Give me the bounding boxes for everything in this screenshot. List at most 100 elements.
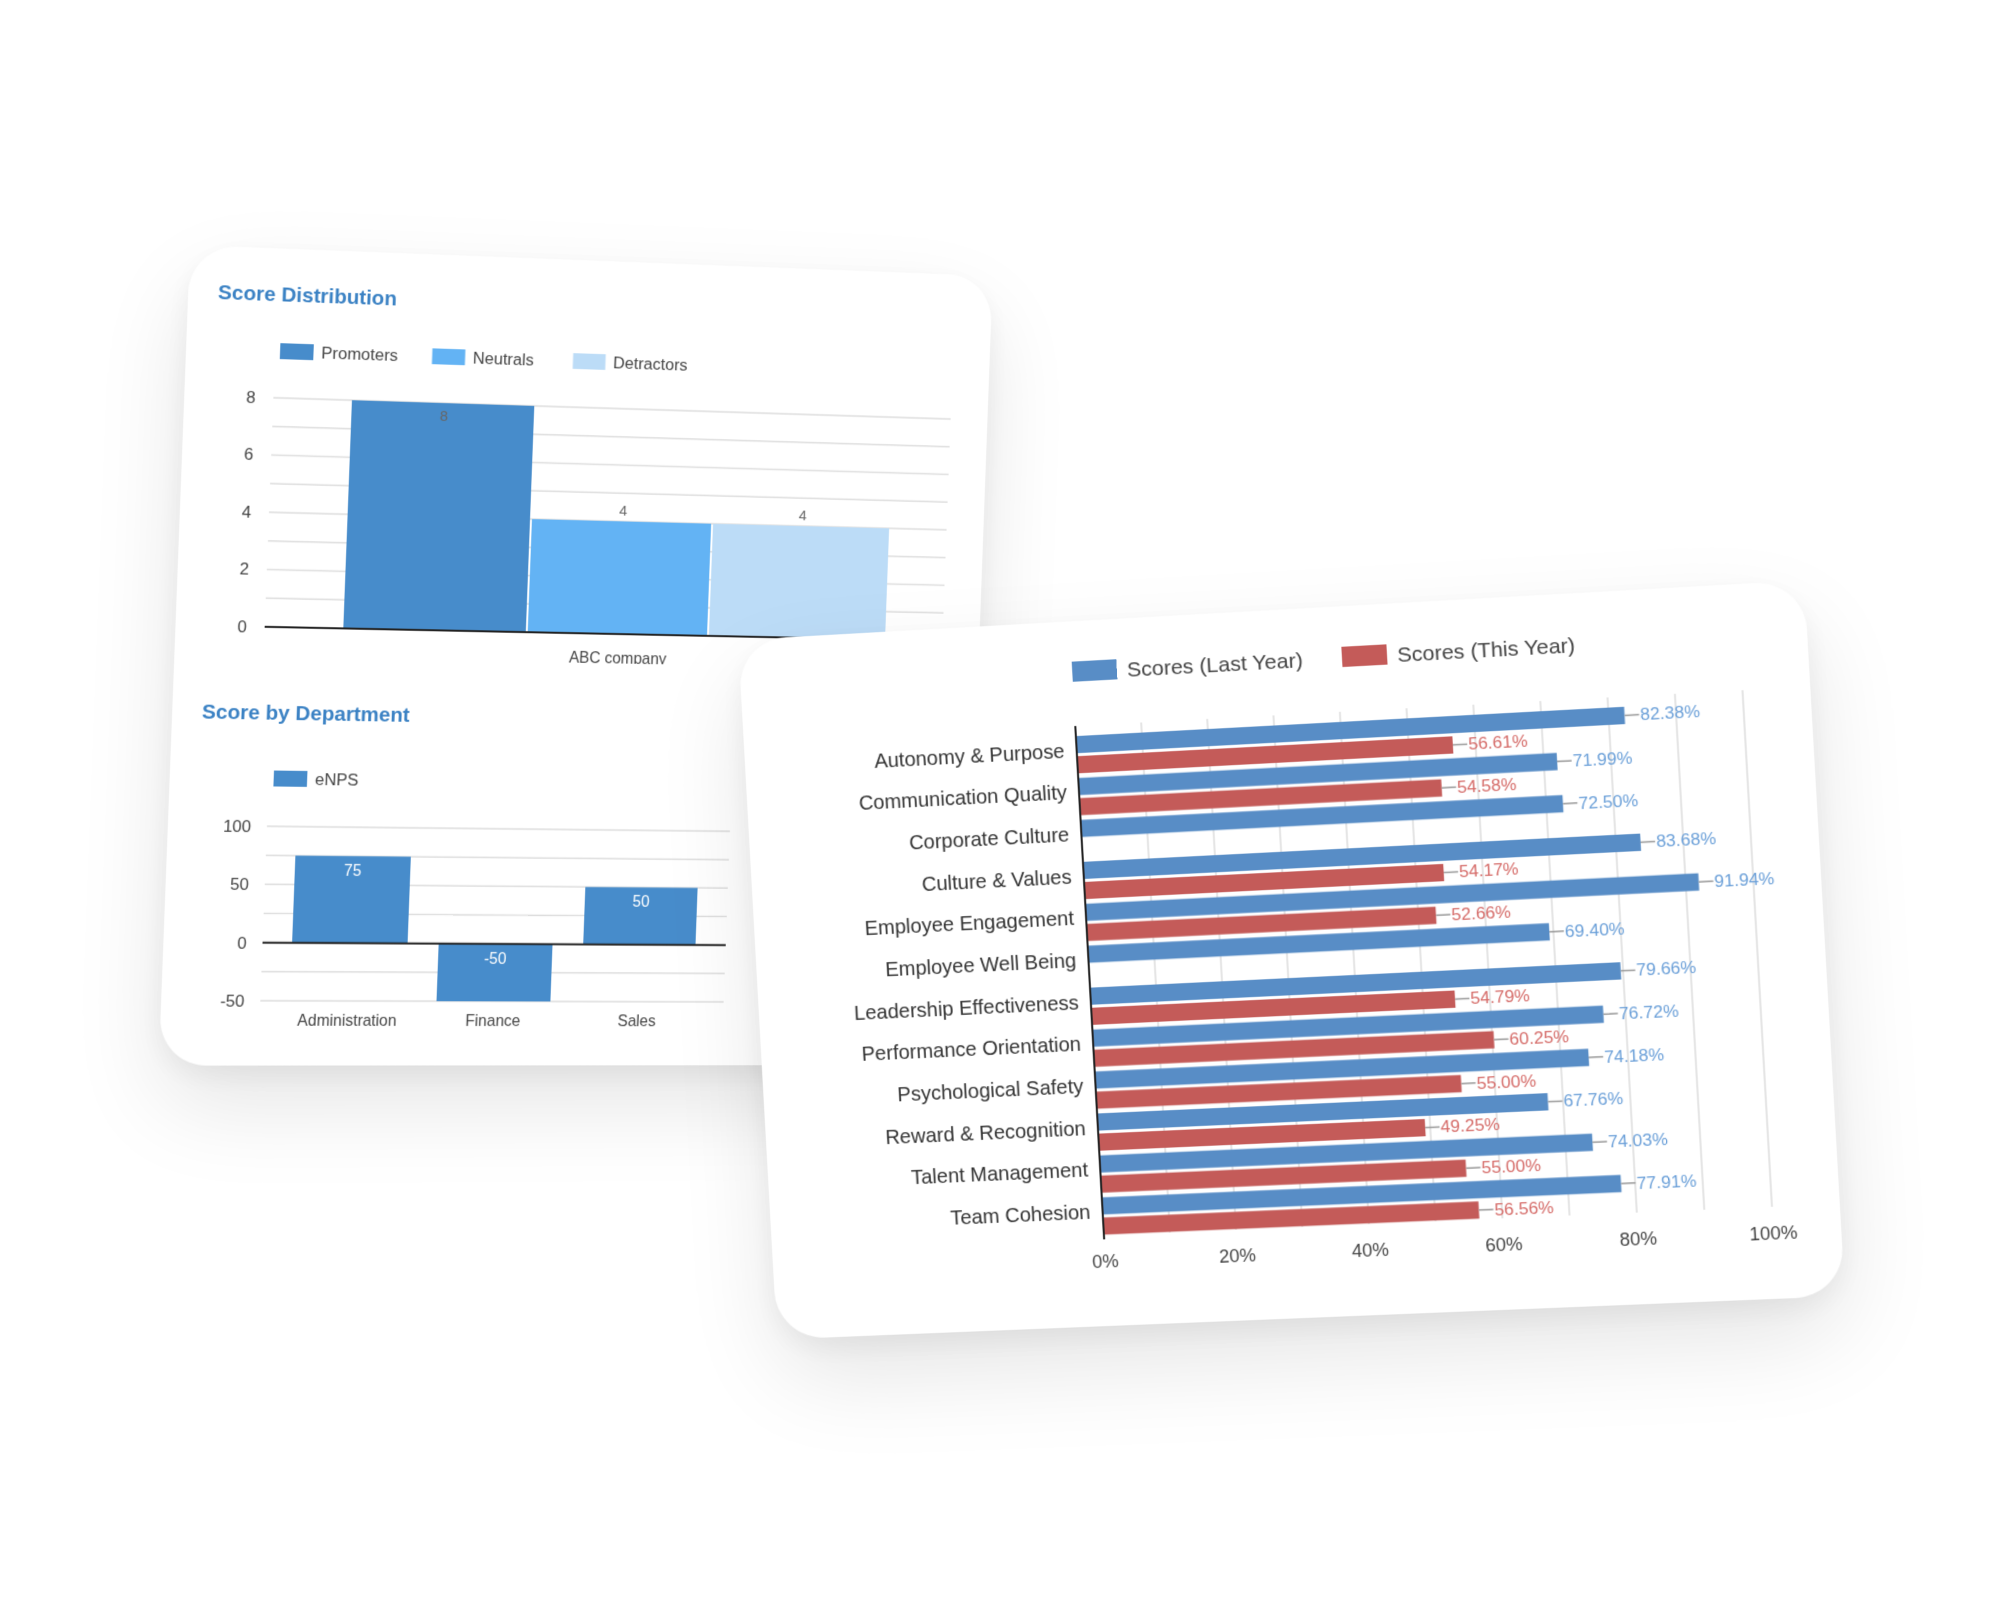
data-label: 75 [344,863,362,880]
data-label-this-year: 56.61% [1468,732,1528,754]
y-tick-label: -50 [220,992,245,1011]
data-label-this-year: 54.58% [1457,775,1517,797]
data-label-last-year: 82.38% [1640,702,1701,725]
category-label: Communication Quality [858,783,1067,816]
data-label-this-year: 54.79% [1470,986,1530,1008]
data-label-leader [1641,842,1656,843]
data-label-last-year: 91.94% [1714,869,1775,891]
category-label: Autonomy & Purpose [874,741,1065,773]
x-tick-label: Finance [465,1013,521,1030]
data-label-leader [1557,761,1571,762]
legend-swatch-last-year [1071,659,1118,682]
data-label: -50 [484,951,507,968]
data-label-leader [1548,1101,1562,1102]
data-label-leader [1625,715,1640,716]
category-label: Team Cohesion [950,1202,1091,1230]
data-label-last-year: 77.91% [1636,1171,1697,1193]
x-tick-label: 60% [1485,1234,1523,1256]
legend-label-neutrals: Neutrals [473,349,535,370]
data-label-leader [1563,803,1577,804]
category-label: Culture & Values [921,866,1072,896]
category-label: Performance Orientation [861,1034,1082,1066]
y-tick-label: 4 [242,503,252,522]
data-label: 50 [632,894,650,911]
data-label-last-year: 79.66% [1636,958,1697,980]
data-label-leader [1444,872,1458,873]
data-label-this-year: 52.66% [1451,902,1511,924]
data-label-last-year: 74.18% [1604,1045,1665,1067]
data-label-leader [1589,1057,1603,1058]
y-tick-label: 50 [230,875,249,894]
score-by-department-chart: eNPS -50 0 50 100 75 Administration -50 Finance 5… [220,770,733,1030]
legend-swatch-enps [273,770,308,787]
score-distribution-chart: Promoters Neutrals Detractors 0 2 4 6 8 8 4 4 ABC c… [237,343,971,669]
data-label-promoters: 8 [440,408,449,425]
data-label-leader [1436,915,1450,916]
data-label-leader [1603,1014,1617,1015]
x-tick-label: Administration [297,1013,397,1030]
category-label: Talent Management [911,1160,1090,1190]
x-tick-label: 80% [1619,1228,1657,1250]
legend-swatch-detractors [572,353,606,370]
data-label-last-year: 83.68% [1656,829,1717,851]
data-label-leader [1621,970,1636,971]
gridline [1742,690,1771,1207]
y-tick-label: 8 [246,388,256,407]
x-tick-label: 40% [1351,1239,1389,1261]
y-tick-label: 0 [237,617,247,636]
bar-detractors [708,523,890,640]
legend-swatch-promoters [279,343,314,361]
data-label-this-year: 55.00% [1476,1071,1536,1093]
score-by-department-title: Score by Department [201,700,411,727]
category-label: Employee Well Being [885,950,1077,981]
y-tick-label: 100 [223,817,252,836]
data-label-leader [1494,1039,1508,1040]
legend-label-promoters: Promoters [321,344,398,365]
data-label-leader [1455,998,1469,999]
legend-swatch-this-year [1341,644,1388,668]
data-label-last-year: 72.50% [1578,791,1639,813]
data-label-leader [1425,1127,1439,1128]
data-label-leader [1621,1183,1636,1184]
data-label-leader [1549,931,1563,932]
data-label-leader [1699,881,1714,882]
gridline [267,826,730,831]
data-label-this-year: 56.56% [1494,1198,1555,1220]
data-label-last-year: 74.03% [1608,1130,1669,1152]
gridline [1675,694,1704,1210]
legend-label-detractors: Detractors [613,353,688,374]
data-label-leader [1593,1142,1607,1143]
data-label-last-year: 69.40% [1564,919,1625,941]
legend-label-last-year: Scores (Last Year) [1126,649,1303,682]
bar-neutrals [527,519,712,636]
data-label-leader [1479,1209,1493,1210]
data-label-last-year: 71.99% [1572,748,1633,770]
x-tick-label: 0% [1092,1251,1119,1272]
data-label-this-year: 49.25% [1440,1115,1500,1137]
y-tick-label: 2 [239,560,249,579]
data-label-this-year: 54.17% [1459,860,1519,882]
category-label: Psychological Safety [897,1076,1084,1107]
data-label-detractors: 4 [799,508,807,525]
data-label-leader [1466,1168,1480,1169]
data-label-this-year: 60.25% [1509,1027,1570,1049]
data-label-last-year: 76.72% [1618,1001,1679,1023]
data-label-this-year: 55.00% [1481,1156,1541,1178]
category-label: Employee Engagement [864,908,1075,940]
x-tick-label: 100% [1749,1222,1798,1244]
category-label: Leadership Effectiveness [854,992,1080,1025]
y-tick-label: 6 [244,445,254,464]
score-comparison-chart: Scores (Last Year) Scores (This Year) 0% 20… [854,634,1798,1272]
data-label-leader [1453,744,1467,745]
category-label: Corporate Culture [909,824,1070,854]
score-comparison-card: Scores (Last Year) Scores (This Year) 0% 20… [738,580,1846,1340]
y-tick-label: 0 [237,933,247,952]
score-distribution-title: Score Distribution [217,281,398,311]
legend-swatch-neutrals [431,348,466,366]
bar-promoters [343,400,535,633]
x-tick-label: ABC company [569,650,667,669]
x-tick-label: Sales [617,1013,656,1030]
x-tick-label: 20% [1219,1245,1257,1267]
category-label: Reward & Recognition [885,1118,1087,1149]
data-label-leader [1461,1083,1475,1084]
